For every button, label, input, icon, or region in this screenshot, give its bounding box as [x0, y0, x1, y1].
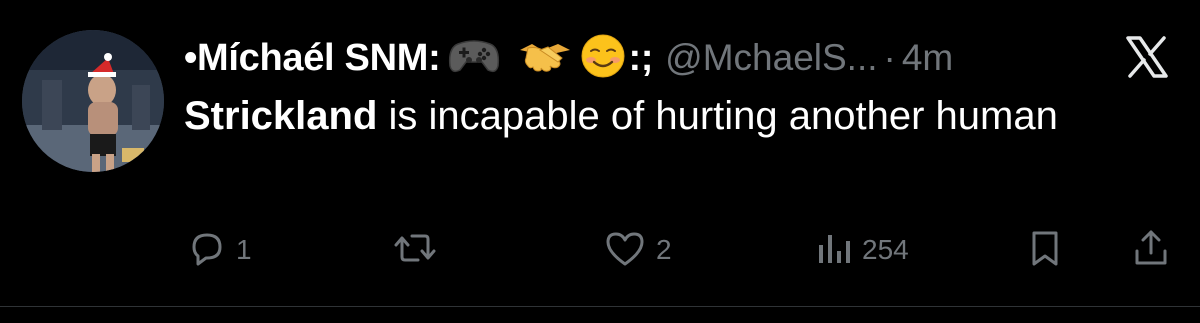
retweet-icon [392, 227, 438, 274]
display-name[interactable]: •Míchaél SNM: [184, 37, 441, 80]
x-logo-icon [1124, 34, 1170, 80]
tweet-text-rest: is incapable of hurting another human [377, 94, 1058, 138]
like-icon [602, 227, 648, 274]
reply-icon [186, 227, 228, 274]
views-icon [816, 227, 854, 274]
bookmark-icon [1024, 227, 1066, 274]
user-handle[interactable]: @MchaelS... [665, 37, 877, 79]
tweet-timestamp[interactable]: 4m [902, 37, 953, 79]
like-button[interactable]: 2 [602, 222, 672, 278]
share-button[interactable] [1130, 222, 1172, 278]
tweet-card[interactable]: •Míchaél SNM::; @MchaelS... · 4m Strick… [0, 0, 1200, 323]
reply-button[interactable]: 1 [186, 222, 252, 278]
name-suffix: :; [628, 36, 654, 79]
tweet-text-bold: Strickland [184, 94, 378, 138]
smiling-face-emoji [580, 33, 626, 84]
share-icon [1130, 227, 1172, 274]
reply-count: 1 [236, 234, 252, 265]
divider [0, 306, 1200, 307]
tweet-header: •Míchaél SNM::; @MchaelS... · 4m [184, 30, 953, 86]
handshake-emoji [518, 36, 572, 81]
tweet-actions: 1 2 254 [0, 222, 1200, 278]
game-controller-emoji [448, 36, 500, 81]
retweet-button[interactable] [392, 222, 446, 278]
views-count: 254 [862, 234, 909, 265]
separator-dot: · [883, 37, 896, 78]
like-count: 2 [656, 234, 672, 265]
views-button[interactable]: 254 [816, 222, 909, 278]
avatar[interactable] [22, 30, 164, 172]
bookmark-button[interactable] [1024, 222, 1066, 278]
tweet-text: Strickland is incapable of hurting anoth… [184, 90, 1084, 142]
